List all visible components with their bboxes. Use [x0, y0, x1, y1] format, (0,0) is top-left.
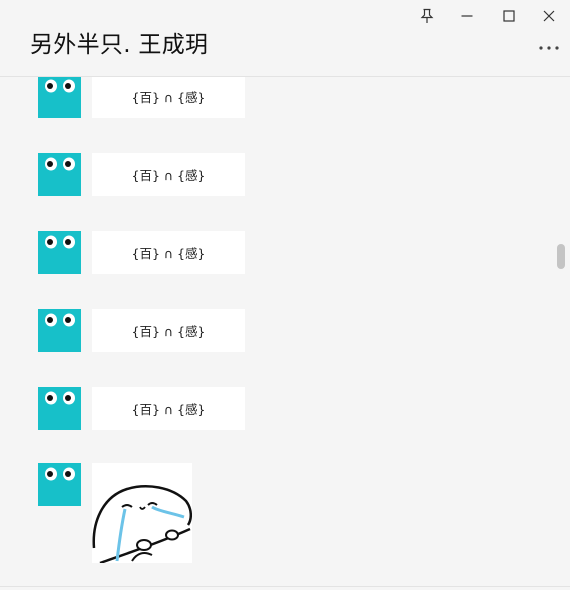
googly-eyes-icon: [45, 235, 75, 249]
crying-blob-icon: [92, 485, 192, 563]
crying-blob-sticker[interactable]: [92, 463, 192, 563]
more-options-button[interactable]: [536, 38, 562, 58]
googly-eyes-icon: [45, 157, 75, 171]
googly-eyes-icon: [45, 391, 75, 405]
pin-button[interactable]: [414, 4, 440, 28]
googly-eyes-icon: [45, 467, 75, 481]
googly-eyes-avatar[interactable]: [38, 387, 81, 430]
close-icon: [543, 10, 555, 22]
chat-window: 另外半只. 王成玥 {百} ∩ {感} {百} ∩ {感} {百} ∩ {感} …: [0, 0, 570, 590]
googly-eyes-avatar[interactable]: [38, 309, 81, 352]
maximize-icon: [503, 10, 515, 22]
maximize-button[interactable]: [496, 4, 522, 28]
message-bubble[interactable]: {百} ∩ {感}: [92, 153, 245, 196]
message-list[interactable]: {百} ∩ {感} {百} ∩ {感} {百} ∩ {感} {百} ∩ {感} …: [0, 77, 570, 585]
googly-eyes-avatar[interactable]: [38, 463, 81, 506]
close-button[interactable]: [536, 4, 562, 28]
googly-eyes-icon: [45, 313, 75, 327]
minimize-button[interactable]: [454, 4, 480, 28]
chat-header: 另外半只. 王成玥: [0, 0, 570, 77]
googly-eyes-avatar[interactable]: [38, 231, 81, 274]
more-options-icon: [539, 46, 559, 50]
message-bubble[interactable]: {百} ∩ {感}: [92, 387, 245, 430]
googly-eyes-avatar[interactable]: [38, 153, 81, 196]
message-bubble[interactable]: {百} ∩ {感}: [92, 231, 245, 274]
input-divider: [0, 586, 570, 587]
scrollbar-thumb[interactable]: [557, 244, 565, 269]
googly-eyes-icon: [45, 79, 75, 93]
googly-eyes-avatar[interactable]: [38, 77, 81, 118]
chat-title: 另外半只. 王成玥: [30, 32, 209, 58]
message-bubble[interactable]: {百} ∩ {感}: [92, 309, 245, 352]
message-bubble[interactable]: {百} ∩ {感}: [92, 77, 245, 118]
pin-icon: [420, 8, 434, 23]
minimize-icon: [461, 15, 473, 17]
